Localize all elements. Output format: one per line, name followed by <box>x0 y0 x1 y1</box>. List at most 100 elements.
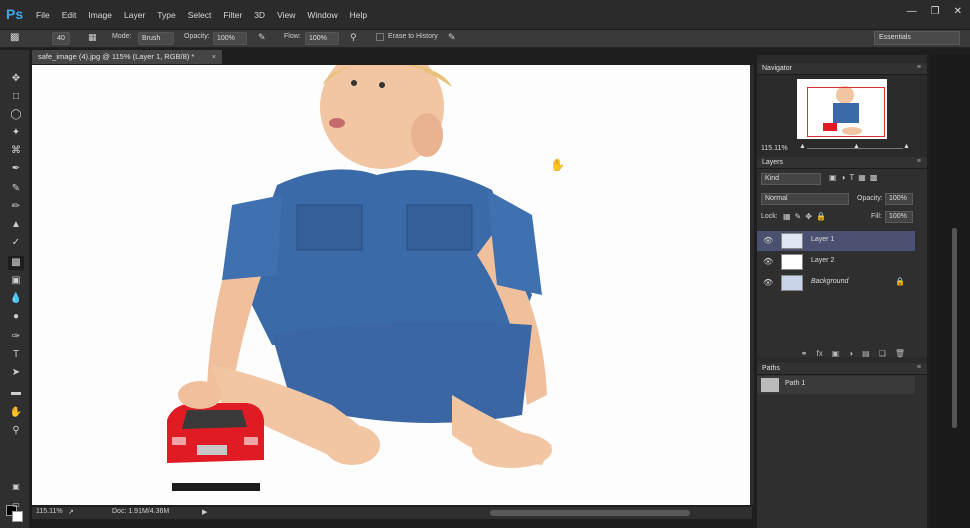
menu-help[interactable]: Help <box>350 10 367 20</box>
brush-size-picker[interactable]: 40 <box>52 32 70 45</box>
menu-image[interactable]: Image <box>88 10 112 20</box>
menu-edit[interactable]: Edit <box>62 10 77 20</box>
navigator-zoom-row: 115.11% ▲ ▲ ▲ <box>757 143 927 155</box>
menu-window[interactable]: Window <box>307 10 337 20</box>
layers-opacity-label: Opacity: <box>857 195 883 202</box>
blur-tool-icon[interactable]: 💧 <box>8 292 24 306</box>
paths-header[interactable]: Paths ≡ <box>757 363 927 375</box>
pressure-opacity-icon[interactable]: ✎ <box>258 32 266 43</box>
erase-history-checkbox[interactable] <box>376 33 384 41</box>
link-layers-icon[interactable]: ⚭ <box>801 349 808 361</box>
flow-input[interactable]: 100% <box>305 32 339 45</box>
marquee-tool-icon[interactable]: □ <box>8 90 24 104</box>
adjustment-icon[interactable]: ◑ <box>848 349 853 361</box>
status-zoom[interactable]: 115.11% <box>36 508 63 515</box>
hand-tool-icon[interactable]: ✋ <box>8 406 24 420</box>
layer-name[interactable]: Layer 1 <box>811 236 834 243</box>
clone-stamp-tool-icon[interactable]: ▲ <box>8 218 24 232</box>
eraser-tool-icon[interactable]: ▩ <box>8 256 24 270</box>
pen-tool-icon[interactable]: ✑ <box>8 330 24 344</box>
rectangle-tool-icon[interactable]: ▬ <box>8 386 24 400</box>
magic-wand-tool-icon[interactable]: ✦ <box>8 126 24 140</box>
visibility-eye-icon[interactable]: 👁 <box>763 257 773 266</box>
new-layer-icon[interactable]: ❏ <box>879 349 886 361</box>
healing-brush-tool-icon[interactable]: ✎ <box>8 182 24 196</box>
trash-icon[interactable]: 🗑 <box>895 349 905 361</box>
path-selection-tool-icon[interactable]: ➤ <box>8 366 24 380</box>
mode-select[interactable]: Brush <box>138 32 174 45</box>
blend-mode-select[interactable]: Normal <box>761 193 849 205</box>
mask-icon[interactable]: ▣ <box>832 349 840 361</box>
path-name[interactable]: Path 1 <box>785 380 805 387</box>
horizontal-scrollbar[interactable] <box>490 510 690 516</box>
dodge-tool-icon[interactable]: ● <box>8 310 24 324</box>
menu-type[interactable]: Type <box>157 10 175 20</box>
panel-menu-icon[interactable]: ≡ <box>917 158 921 165</box>
panels-dock: Navigator ≡ 115.11% ▲ ▲ ▲ Layers ≡ Kind … <box>757 55 927 528</box>
layer-name[interactable]: Layer 2 <box>811 257 834 264</box>
quick-mask-icon[interactable]: ▣ <box>8 480 24 494</box>
group-folder-icon[interactable]: ▤ <box>862 349 870 361</box>
navigator-header[interactable]: Navigator ≡ <box>757 63 927 75</box>
erase-history-label: Erase to History <box>388 33 438 40</box>
navigator-view-box[interactable] <box>807 87 885 137</box>
screen-mode-icon[interactable]: ▭ <box>8 498 24 512</box>
navigator-zoom-value[interactable]: 115.11% <box>761 145 788 152</box>
workspace-select[interactable]: Essentials <box>874 31 960 45</box>
paths-panel: Paths ≡ Path 1 <box>757 363 927 528</box>
gradient-tool-icon[interactable]: ▣ <box>8 274 24 288</box>
zoom-tool-icon[interactable]: ⚲ <box>8 424 24 438</box>
type-tool-icon[interactable]: T <box>8 348 24 362</box>
zoom-slider-handle[interactable]: ▲ <box>853 143 860 150</box>
crop-tool-icon[interactable]: ⌘ <box>8 144 24 158</box>
path-row[interactable]: Path 1 <box>757 376 915 394</box>
layer-filter-icons[interactable]: ▣◑T▦▩ <box>829 173 881 182</box>
document-tab[interactable]: safe_image (4).jpg @ 115% (Layer 1, RGB/… <box>32 50 222 64</box>
opacity-input[interactable]: 100% <box>213 32 247 45</box>
panel-menu-icon[interactable]: ≡ <box>917 64 921 71</box>
brush-tool-icon[interactable]: ✏ <box>8 200 24 214</box>
eraser-tool-icon[interactable]: ▩ <box>10 32 19 43</box>
document-canvas[interactable]: ✋ <box>32 45 752 505</box>
layers-opacity-input[interactable]: 100% <box>885 193 913 205</box>
fill-input[interactable]: 100% <box>885 211 913 223</box>
visibility-eye-icon[interactable]: 👁 <box>763 278 773 287</box>
restore-icon[interactable]: ❐ <box>931 6 940 17</box>
move-tool-icon[interactable]: ✥ <box>8 72 24 86</box>
layer-row[interactable]: 👁 Layer 2 <box>757 252 915 272</box>
lock-icons[interactable]: ▦✎✥🔒 <box>783 212 830 221</box>
zoom-out-icon[interactable]: ▲ <box>799 143 806 150</box>
layer-thumbnail <box>781 254 803 270</box>
menu-view[interactable]: View <box>277 10 295 20</box>
options-bar: ▩ 40 ▦ Mode: Brush Opacity: 100% ✎ Flow:… <box>0 30 970 48</box>
vertical-scrollbar[interactable] <box>952 228 957 428</box>
menu-select[interactable]: Select <box>188 10 212 20</box>
menu-layer[interactable]: Layer <box>124 10 145 20</box>
visibility-eye-icon[interactable]: 👁 <box>763 236 773 245</box>
export-icon[interactable]: ↗ <box>68 508 74 516</box>
layers-header[interactable]: Layers ≡ <box>757 157 927 169</box>
minimize-icon[interactable]: — <box>907 6 917 17</box>
menu-bar: Ps File Edit Image Layer Type Select Fil… <box>0 0 970 30</box>
menu-filter[interactable]: Filter <box>223 10 242 20</box>
status-menu-arrow-icon[interactable]: ▶ <box>202 508 207 516</box>
history-brush-tool-icon[interactable]: ✓ <box>8 236 24 250</box>
background-color-swatch[interactable] <box>12 511 23 522</box>
brush-panel-icon[interactable]: ▦ <box>88 32 97 43</box>
canvas-image: ✋ <box>167 45 565 491</box>
layer-row[interactable]: 👁 Background 🔒 <box>757 273 915 293</box>
eyedropper-tool-icon[interactable]: ✒ <box>8 162 24 176</box>
menu-3d[interactable]: 3D <box>254 10 265 20</box>
airbrush-icon[interactable]: ⚲ <box>350 32 357 43</box>
close-icon[interactable]: ✕ <box>954 6 962 17</box>
panel-menu-icon[interactable]: ≡ <box>917 364 921 371</box>
lasso-tool-icon[interactable]: ◯ <box>8 108 24 122</box>
layer-name[interactable]: Background <box>811 278 848 285</box>
pressure-size-icon[interactable]: ✎ <box>448 32 456 43</box>
layer-row[interactable]: 👁 Layer 1 <box>757 231 915 251</box>
layer-filter-kind[interactable]: Kind <box>761 173 821 185</box>
tab-close-icon[interactable]: × <box>212 52 216 61</box>
zoom-in-icon[interactable]: ▲ <box>903 143 910 150</box>
fx-icon[interactable]: fx <box>816 349 822 361</box>
menu-file[interactable]: File <box>36 10 50 20</box>
